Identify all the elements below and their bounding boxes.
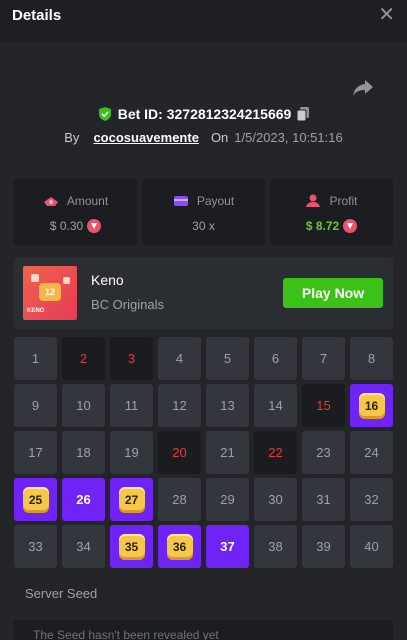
keno-cell[interactable]: 36 [158,525,201,568]
profit-label: Profit [329,194,358,208]
user-profit-icon [306,194,321,207]
on-label: On [210,129,229,145]
bet-id-value: 3272812324215669 [166,106,292,122]
keno-cell[interactable]: 37 [206,525,249,568]
keno-cell[interactable]: 20 [158,431,201,474]
bet-datetime: 1/5/2023, 10:51:16 [234,129,343,145]
keno-cell[interactable]: 19 [110,431,153,474]
payout-card: Payout 30 x [142,179,265,245]
profit-value: $ 8.72 [305,219,340,233]
amount-card: Amount $ 0.30 [14,179,137,245]
username-link[interactable]: cocosuavemente [93,130,199,145]
keno-cell[interactable]: 39 [302,525,345,568]
game-provider: BC Originals [91,297,164,312]
keno-cell[interactable]: 28 [158,478,201,521]
keno-cell[interactable]: 25 [14,478,57,521]
server-seed-box: The Seed hasn't been revealed yet [14,620,393,640]
bet-meta-row: By cocosuavemente On 1/5/2023, 10:51:16 [0,128,407,146]
server-seed-label: Server Seed [25,586,98,601]
bet-id-label: Bet ID: [117,106,163,122]
tron-coin-icon [343,219,358,233]
shield-check-icon [98,107,111,121]
server-seed-section: Server Seed The Seed hasn't been reveale… [14,576,393,640]
keno-cell[interactable]: 15 [302,384,345,427]
money-icon [43,197,58,206]
thumb-label: KENO [27,308,45,314]
keno-cell[interactable]: 9 [14,384,57,427]
keno-hit-gem: 27 [118,486,145,513]
profit-card: Profit $ 8.72 [270,179,393,245]
keno-cell[interactable]: 38 [254,525,297,568]
amount-label: Amount [66,194,109,208]
keno-hit-gem: 35 [118,533,145,560]
game-name: Keno [91,272,124,288]
keno-cell[interactable]: 18 [62,431,105,474]
close-icon[interactable]: ✕ [378,5,395,25]
keno-number-grid: 1 2 3 4 5 6 7 8 9 10 11 12 13 14 15 16 17 18 19 20 21 22 23 24 2… [14,337,393,568]
keno-cell[interactable]: 16 [350,384,393,427]
payout-label: Payout [196,194,235,208]
wallet-icon [173,196,188,206]
keno-cell[interactable]: 32 [350,478,393,521]
play-now-button[interactable]: Play Now [283,278,383,308]
share-icon[interactable] [352,79,374,97]
keno-cell[interactable]: 34 [62,525,105,568]
keno-cell[interactable]: 10 [62,384,105,427]
keno-cell[interactable]: 11 [110,384,153,427]
keno-cell[interactable]: 14 [254,384,297,427]
keno-cell[interactable]: 8 [350,337,393,380]
keno-cell[interactable]: 29 [206,478,249,521]
keno-cell[interactable]: 6 [254,337,297,380]
keno-thumbnail[interactable]: 12 KENO [23,266,77,320]
keno-hit-gem: 36 [166,533,193,560]
game-card: 12 KENO Keno BC Originals Play Now [14,257,393,329]
payout-value: 30 x [192,219,215,233]
copy-icon[interactable] [297,107,310,121]
keno-cell[interactable]: 40 [350,525,393,568]
keno-cell[interactable]: 2 [62,337,105,380]
keno-cell[interactable]: 33 [14,525,57,568]
amount-value: $ 0.30 [49,219,84,233]
keno-cell[interactable]: 26 [62,478,105,521]
keno-cell[interactable]: 21 [206,431,249,474]
keno-cell[interactable]: 27 [110,478,153,521]
keno-hit-gem: 16 [358,392,385,419]
bet-id-row: Bet ID: 3272812324215669 [0,104,407,124]
keno-cell[interactable]: 35 [110,525,153,568]
keno-cell[interactable]: 22 [254,431,297,474]
keno-cell[interactable]: 5 [206,337,249,380]
keno-cell[interactable]: 24 [350,431,393,474]
keno-hit-gem: 25 [22,486,49,513]
keno-cell[interactable]: 13 [206,384,249,427]
keno-cell[interactable]: 4 [158,337,201,380]
keno-cell[interactable]: 30 [254,478,297,521]
keno-cell[interactable]: 12 [158,384,201,427]
by-label: By [64,129,80,145]
keno-cell[interactable]: 3 [110,337,153,380]
tron-coin-icon [87,219,102,233]
server-seed-text: The Seed hasn't been revealed yet [33,628,219,640]
keno-cell[interactable]: 23 [302,431,345,474]
keno-cell[interactable]: 17 [14,431,57,474]
keno-cell[interactable]: 1 [14,337,57,380]
dialog-title: Details [12,7,62,24]
thumb-ball: 12 [39,283,61,301]
keno-cell[interactable]: 7 [302,337,345,380]
dialog-header: Details ✕ [0,0,407,42]
keno-cell[interactable]: 31 [302,478,345,521]
bet-stats: Amount $ 0.30 Payout 30 x Profit $ 8.72 [14,179,393,245]
